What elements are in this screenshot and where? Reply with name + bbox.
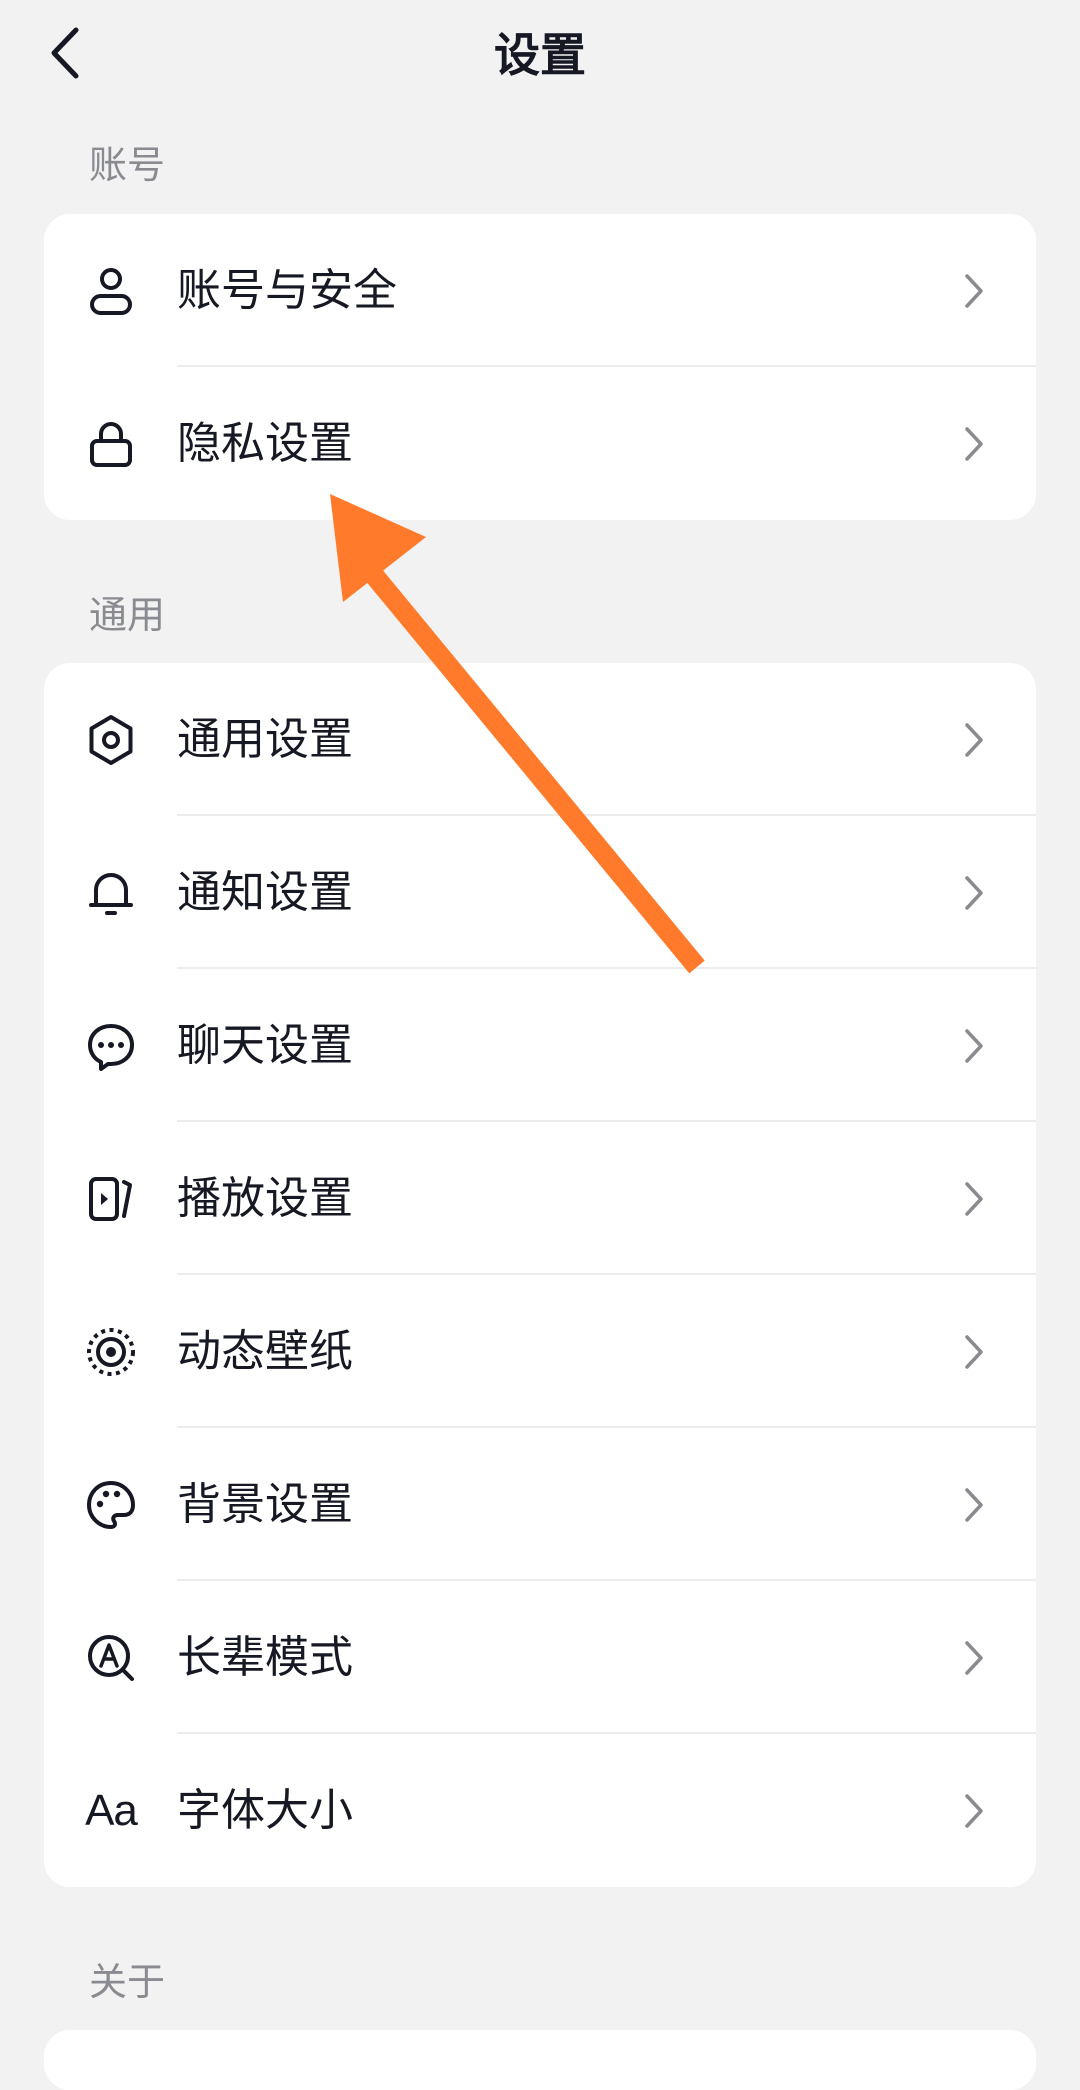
palette-icon [84,1478,138,1532]
section-title-about: 关于 [89,1960,166,2004]
lock-icon [84,417,138,471]
menu-item-font-size[interactable]: Aa 字体大小 [44,1734,1036,1887]
menu-item-privacy-settings[interactable]: 隐私设置 [44,367,1036,520]
menu-item-label: 隐私设置 [177,417,353,469]
chevron-right-icon [965,1334,983,1369]
chevron-right-icon [965,273,983,308]
menu-item-notification-settings[interactable]: 通知设置 [44,816,1036,969]
menu-item-label: 播放设置 [177,1172,353,1224]
menu-item-label: 通知设置 [177,866,353,918]
live-wallpaper-icon [84,1325,138,1379]
menu-item-label: 背景设置 [177,1478,353,1530]
menu-item-account-security[interactable]: 账号与安全 [44,214,1036,367]
font-size-icon-text: Aa [85,1785,138,1835]
chevron-right-icon [965,875,983,910]
menu-item-label: 长辈模式 [177,1631,353,1683]
section-title-general: 通用 [89,593,166,637]
user-icon [84,264,138,318]
chat-bubble-icon [84,1019,138,1073]
menu-item-playback-settings[interactable]: 播放设置 [44,1122,1036,1275]
menu-item-label: 通用设置 [177,713,353,765]
chevron-right-icon [965,1181,983,1216]
chevron-right-icon [965,1793,983,1828]
menu-item-label: 账号与安全 [177,264,397,316]
chevron-right-icon [965,722,983,757]
menu-item-elder-mode[interactable]: 长辈模式 [44,1581,1036,1734]
chevron-right-icon [965,426,983,461]
general-card: 通用设置 通知设置 聊天设置 播放设置 动态壁纸 背景设置 长辈模式 Aa 字体… [44,663,1036,1887]
menu-item-general-settings[interactable]: 通用设置 [44,663,1036,816]
page-title: 设置 [494,28,586,82]
menu-item-label: 字体大小 [177,1784,353,1836]
menu-item-label: 动态壁纸 [177,1325,353,1377]
menu-item-chat-settings[interactable]: 聊天设置 [44,969,1036,1122]
bell-icon [84,866,138,920]
menu-item-live-wallpaper[interactable]: 动态壁纸 [44,1275,1036,1428]
play-screen-icon [84,1172,138,1226]
nav-bar: 设置 [0,0,1080,110]
chevron-right-icon [965,1487,983,1522]
menu-item-label: 聊天设置 [177,1019,353,1071]
elder-mode-icon [84,1631,138,1685]
menu-item-background-settings[interactable]: 背景设置 [44,1428,1036,1581]
chevron-right-icon [965,1028,983,1063]
gear-icon [84,713,138,767]
account-card: 账号与安全 隐私设置 [44,214,1036,520]
chevron-right-icon [965,1640,983,1675]
about-card [44,2030,1036,2090]
section-title-account: 账号 [89,143,166,187]
font-size-icon: Aa [84,1784,138,1838]
